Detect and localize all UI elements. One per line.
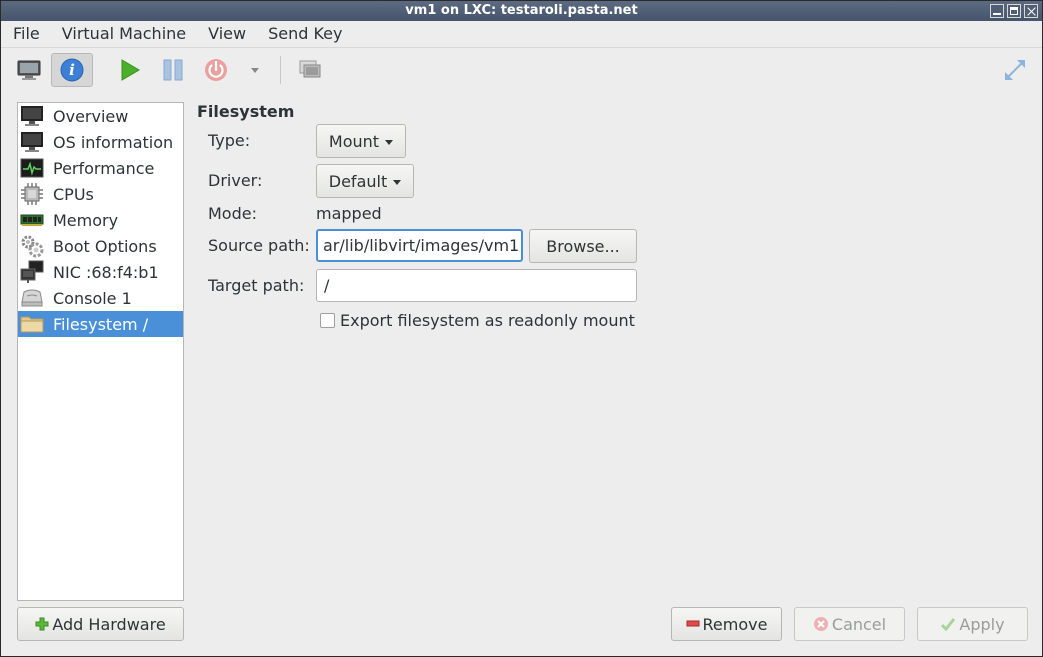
browse-button[interactable]: Browse... xyxy=(529,229,637,263)
details-info-icon: i xyxy=(60,58,84,82)
apply-label: Apply xyxy=(959,614,1005,634)
menu-send-key[interactable]: Send Key xyxy=(257,21,353,47)
menu-bar: File Virtual Machine View Send Key xyxy=(1,21,1042,47)
sidebar-item-label: OS information xyxy=(53,132,174,152)
cancel-label: Cancel xyxy=(831,614,887,634)
shutdown-menu-button[interactable] xyxy=(245,53,265,87)
details-button[interactable]: i xyxy=(51,53,93,87)
network-icon xyxy=(20,260,44,284)
sidebar-item-label: Boot Options xyxy=(53,236,157,256)
driver-label: Driver: xyxy=(208,171,263,190)
target-path-input[interactable] xyxy=(316,269,637,302)
mode-value: mapped xyxy=(316,204,382,223)
browse-label: Browse... xyxy=(546,236,620,256)
type-label: Type: xyxy=(208,131,251,150)
snapshots-button[interactable] xyxy=(293,53,327,87)
run-button[interactable] xyxy=(113,53,147,87)
hardware-list: Overview OS information Performance CPUs… xyxy=(17,102,184,601)
menu-virtual-machine[interactable]: Virtual Machine xyxy=(51,21,197,47)
sidebar-item-memory[interactable]: Memory xyxy=(18,207,183,233)
sidebar-item-performance[interactable]: Performance xyxy=(18,155,183,181)
cpu-chip-icon xyxy=(20,182,44,206)
mode-label: Mode: xyxy=(208,204,257,223)
shutdown-button[interactable] xyxy=(199,53,233,87)
sidebar-item-label: Filesystem / xyxy=(53,314,149,334)
menu-file[interactable]: File xyxy=(1,21,51,47)
add-hardware-label: Add Hardware xyxy=(52,614,166,634)
gears-icon xyxy=(20,234,44,258)
toolbar: i xyxy=(1,47,1042,91)
monitor-icon xyxy=(20,104,44,128)
svg-text:i: i xyxy=(69,61,75,79)
run-icon xyxy=(121,59,140,81)
readonly-label[interactable]: Export filesystem as readonly mount xyxy=(340,311,635,330)
sidebar-item-boot-options[interactable]: Boot Options xyxy=(18,233,183,259)
remove-label: Remove xyxy=(702,614,768,634)
chevron-down-icon xyxy=(385,139,394,145)
monitor-icon xyxy=(20,130,44,154)
window-title: vm1 on LXC: testaroli.pasta.net xyxy=(405,3,638,18)
cancel-button[interactable]: Cancel xyxy=(794,607,905,641)
add-icon xyxy=(35,617,49,631)
driver-dropdown[interactable]: Default xyxy=(316,164,414,198)
sidebar-item-filesystem[interactable]: Filesystem / xyxy=(18,311,183,337)
chevron-down-icon xyxy=(393,179,402,185)
maximize-icon[interactable] xyxy=(1007,4,1021,18)
title-bar[interactable]: vm1 on LXC: testaroli.pasta.net xyxy=(1,1,1042,21)
snapshots-icon xyxy=(299,60,321,78)
sidebar-item-label: Overview xyxy=(53,106,129,126)
cancel-icon xyxy=(813,617,828,631)
vm-details-window: vm1 on LXC: testaroli.pasta.net File Vir… xyxy=(0,0,1043,657)
pause-icon xyxy=(163,59,183,81)
serial-console-icon xyxy=(20,286,44,310)
shutdown-icon xyxy=(205,59,227,81)
sidebar-item-nic[interactable]: NIC :68:f4:b1 xyxy=(18,259,183,285)
console-button[interactable] xyxy=(11,53,47,87)
remove-icon xyxy=(686,620,700,627)
toolbar-separator xyxy=(280,56,281,84)
source-path-input[interactable] xyxy=(316,229,523,262)
memory-module-icon xyxy=(20,208,44,232)
sidebar-item-cpus[interactable]: CPUs xyxy=(18,181,183,207)
source-path-label: Source path: xyxy=(208,236,310,255)
sidebar-item-console[interactable]: Console 1 xyxy=(18,285,183,311)
fullscreen-icon xyxy=(1005,60,1025,80)
remove-button[interactable]: Remove xyxy=(671,607,782,641)
sidebar-item-overview[interactable]: Overview xyxy=(18,103,183,129)
sidebar-item-os-information[interactable]: OS information xyxy=(18,129,183,155)
readonly-checkbox[interactable] xyxy=(320,313,335,328)
performance-graph-icon xyxy=(20,156,44,180)
sidebar-item-label: Memory xyxy=(53,210,119,230)
folder-icon xyxy=(20,312,44,336)
target-path-label: Target path: xyxy=(208,276,305,295)
driver-value: Default xyxy=(328,171,388,191)
shutdown-menu-arrow-icon xyxy=(251,67,259,73)
apply-button[interactable]: Apply xyxy=(917,607,1028,641)
sidebar-item-label: NIC :68:f4:b1 xyxy=(53,262,159,282)
add-hardware-button[interactable]: Add Hardware xyxy=(17,607,184,641)
checkmark-icon xyxy=(941,618,956,632)
type-dropdown[interactable]: Mount xyxy=(316,124,406,158)
minimize-icon[interactable] xyxy=(990,4,1004,18)
menu-view[interactable]: View xyxy=(197,21,257,47)
fullscreen-button[interactable] xyxy=(999,53,1031,87)
section-title: Filesystem xyxy=(197,102,295,121)
sidebar-item-label: Console 1 xyxy=(53,288,132,308)
console-icon xyxy=(17,60,41,80)
pause-button[interactable] xyxy=(156,53,190,87)
sidebar-item-label: CPUs xyxy=(53,184,94,204)
sidebar-item-label: Performance xyxy=(53,158,155,178)
type-value: Mount xyxy=(328,131,380,151)
close-icon[interactable] xyxy=(1024,4,1038,18)
